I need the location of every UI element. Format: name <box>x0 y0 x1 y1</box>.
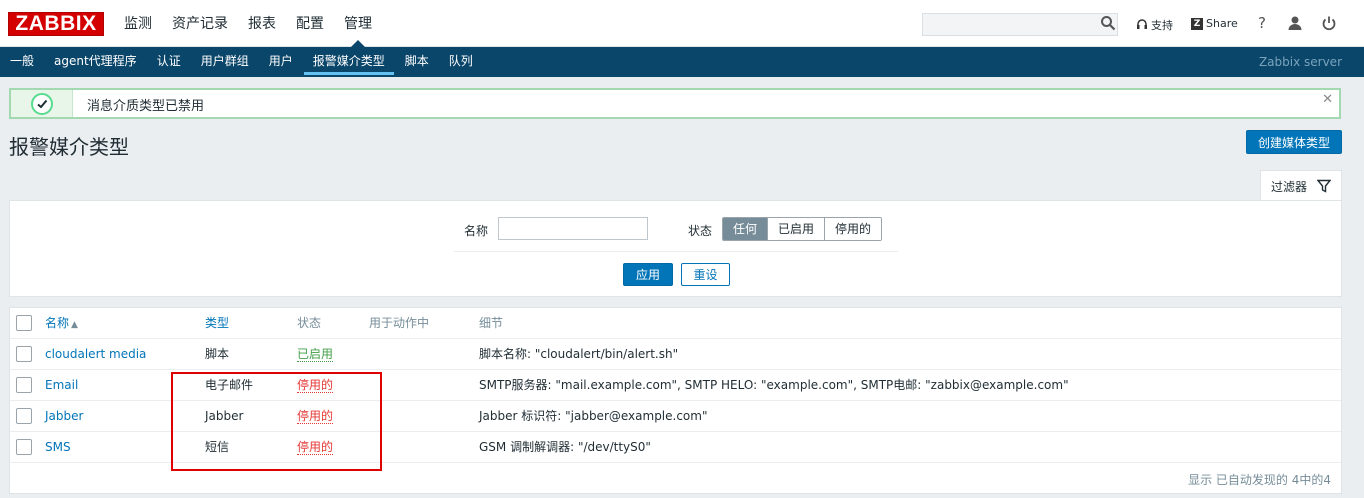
menu-monitoring[interactable]: 监测 <box>114 0 162 47</box>
status-toggle[interactable]: 已启用 <box>297 347 334 362</box>
status-option-disabled[interactable]: 停用的 <box>824 218 882 240</box>
media-type-type: 电子邮件 <box>205 378 254 392</box>
message-icon-area <box>11 90 73 117</box>
column-status[interactable]: 状态 <box>297 308 321 339</box>
submenu-general[interactable]: 一般 <box>0 47 44 77</box>
support-link[interactable]: 支持 <box>1136 17 1173 33</box>
menu-reports[interactable]: 报表 <box>238 0 286 47</box>
media-type-name-link[interactable]: Email <box>45 370 78 401</box>
status-toggle[interactable]: 停用的 <box>297 378 334 393</box>
support-label: 支持 <box>1151 19 1173 32</box>
help-icon[interactable]: ? <box>1254 14 1270 32</box>
row-checkbox[interactable] <box>16 439 32 455</box>
table-row: cloudalert media 脚本 已启用 脚本名称: "cloudaler… <box>10 339 1341 370</box>
top-header: ZABBIX 监测 资产记录 报表 配置 管理 支持 Z Share ? <box>0 0 1364 47</box>
column-name-label: 名称 <box>45 316 70 330</box>
filter-status-label: 状态 <box>688 224 713 238</box>
filter-tab-label: 过滤器 <box>1271 179 1308 194</box>
status-cell: 停用的 <box>297 432 334 463</box>
close-icon[interactable]: ✕ <box>1322 92 1333 107</box>
sub-menu: 一般 agent代理程序 认证 用户群组 用户 报警媒介类型 脚本 队列 <box>0 47 1364 77</box>
column-details: 细节 <box>479 316 504 330</box>
column-used-in-actions: 用于动作中 <box>369 316 430 330</box>
submenu-proxies[interactable]: agent代理程序 <box>44 47 147 77</box>
share-link[interactable]: Z Share <box>1191 17 1238 30</box>
filter-divider <box>454 251 898 252</box>
submenu-media-types[interactable]: 报警媒介类型 <box>303 47 395 77</box>
media-type-details: Jabber 标识符: "jabber@example.com" <box>479 409 708 423</box>
sort-asc-icon: ▲ <box>71 320 78 330</box>
share-icon: Z <box>1191 17 1203 30</box>
apply-button[interactable]: 应用 <box>623 263 673 286</box>
status-cell: 已启用 <box>297 339 334 370</box>
table-row: Jabber Jabber 停用的 Jabber 标识符: "jabber@ex… <box>10 401 1341 432</box>
status-toggle[interactable]: 停用的 <box>297 409 334 424</box>
search-input[interactable] <box>922 13 1118 36</box>
submenu-users[interactable]: 用户 <box>259 47 303 77</box>
table-row: SMS 短信 停用的 GSM 调制解调器: "/dev/ttyS0" <box>10 432 1341 463</box>
status-cell: 停用的 <box>297 370 334 401</box>
create-media-type-button[interactable]: 创建媒体类型 <box>1246 130 1342 154</box>
success-message: 消息介质类型已禁用 ✕ <box>9 88 1341 119</box>
column-name[interactable]: 名称 ▲ <box>45 308 78 339</box>
table-header: 名称 ▲ 类型 状态 用于动作中 细节 <box>10 308 1341 339</box>
reset-button[interactable]: 重设 <box>681 263 730 286</box>
row-checkbox[interactable] <box>16 408 32 424</box>
page-title: 报警媒介类型 <box>9 135 129 159</box>
status-toggle[interactable]: 停用的 <box>297 440 334 455</box>
search-icon[interactable] <box>1100 15 1116 31</box>
headset-icon <box>1137 19 1147 29</box>
media-type-type: Jabber <box>205 409 244 423</box>
status-cell: 停用的 <box>297 401 334 432</box>
check-icon <box>30 92 53 115</box>
media-type-name-link[interactable]: Jabber <box>45 401 83 432</box>
media-type-name-link[interactable]: cloudalert media <box>45 339 146 370</box>
media-type-details: 脚本名称: "cloudalert/bin/alert.sh" <box>479 347 679 361</box>
filter-panel: 名称 状态 任何 已启用 停用的 应用 重设 <box>9 200 1342 297</box>
menu-configuration[interactable]: 配置 <box>286 0 334 47</box>
server-name: Zabbix server <box>1258 55 1342 69</box>
message-text: 消息介质类型已禁用 <box>87 99 205 114</box>
media-type-details: SMTP服务器: "mail.example.com", SMTP HELO: … <box>479 378 1069 392</box>
submenu-scripts[interactable]: 脚本 <box>395 47 439 77</box>
media-types-table: 名称 ▲ 类型 状态 用于动作中 细节 cloudalert media 脚本 已… <box>9 307 1342 494</box>
filter-tab[interactable]: 过滤器 <box>1260 170 1342 201</box>
user-profile-icon[interactable] <box>1287 15 1303 31</box>
menu-administration[interactable]: 管理 <box>334 0 382 47</box>
submenu-user-groups[interactable]: 用户群组 <box>191 47 259 77</box>
filter-status-toggle: 任何 已启用 停用的 <box>722 217 883 241</box>
media-type-type: 脚本 <box>205 347 230 361</box>
submenu-queue[interactable]: 队列 <box>439 47 483 77</box>
media-type-name-link[interactable]: SMS <box>45 432 71 463</box>
filter-name-label: 名称 <box>464 224 489 238</box>
status-option-enabled[interactable]: 已启用 <box>767 218 825 240</box>
submenu-authentication[interactable]: 认证 <box>147 47 191 77</box>
row-checkbox[interactable] <box>16 346 32 362</box>
column-type[interactable]: 类型 <box>205 308 229 339</box>
filter-name-input[interactable] <box>498 217 648 240</box>
main-menu: 监测 资产记录 报表 配置 管理 <box>114 0 382 47</box>
table-row: Email 电子邮件 停用的 SMTP服务器: "mail.example.co… <box>10 370 1341 401</box>
filter-icon <box>1317 179 1332 193</box>
media-type-type: 短信 <box>205 440 230 454</box>
table-footer-count: 显示 已自动发现的 4中的4 <box>1188 473 1331 487</box>
zabbix-logo[interactable]: ZABBIX <box>8 12 104 36</box>
status-option-any[interactable]: 任何 <box>723 218 768 240</box>
logout-icon[interactable] <box>1321 15 1337 31</box>
row-checkbox[interactable] <box>16 377 32 393</box>
share-label: Share <box>1206 17 1238 30</box>
select-all-checkbox[interactable] <box>16 315 32 331</box>
menu-inventory[interactable]: 资产记录 <box>162 0 238 47</box>
media-type-details: GSM 调制解调器: "/dev/ttyS0" <box>479 440 651 454</box>
